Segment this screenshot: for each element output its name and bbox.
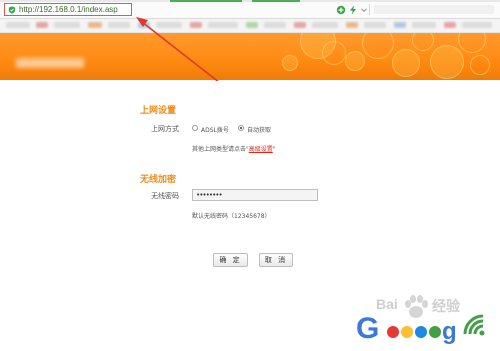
hint-suffix: " bbox=[272, 146, 276, 153]
blue-dot bbox=[415, 326, 427, 338]
wifi-icon bbox=[463, 314, 485, 336]
watermark-letter-g-small: g bbox=[442, 318, 457, 345]
internet-section-title: 上网设置 bbox=[140, 106, 177, 116]
watermark-brand-right: 经验 bbox=[432, 298, 460, 314]
advanced-hint: 其他上网类型请点击"高级设置" bbox=[192, 144, 276, 153]
watermark-letter-g: G bbox=[356, 312, 380, 345]
default-password-hint: 默认无线密码（12345678） bbox=[192, 213, 271, 220]
paw-icon bbox=[405, 295, 428, 318]
password-label: 无线密码 bbox=[151, 192, 179, 200]
wireless-password-field[interactable]: •••••••• bbox=[192, 189, 318, 201]
red-dot bbox=[387, 326, 399, 338]
yellow-dot bbox=[401, 326, 413, 338]
watermark-brand-left: Bai bbox=[376, 296, 398, 312]
ok-button[interactable]: 确 定 bbox=[213, 253, 248, 267]
auto-radio-label[interactable]: 自动获取 bbox=[247, 125, 271, 134]
green-dot bbox=[429, 326, 441, 338]
adsl-radio[interactable] bbox=[192, 125, 198, 131]
mode-label: 上网方式 bbox=[151, 125, 179, 133]
wireless-section-title: 无线加密 bbox=[140, 175, 177, 185]
auto-radio[interactable] bbox=[238, 125, 244, 131]
adsl-radio-label[interactable]: ADSL拨号 bbox=[201, 125, 229, 134]
hint-prefix: 其他上网类型请点击" bbox=[192, 146, 249, 153]
advanced-settings-link[interactable]: 高级设置 bbox=[249, 146, 273, 153]
cancel-button[interactable]: 取 消 bbox=[259, 253, 293, 267]
